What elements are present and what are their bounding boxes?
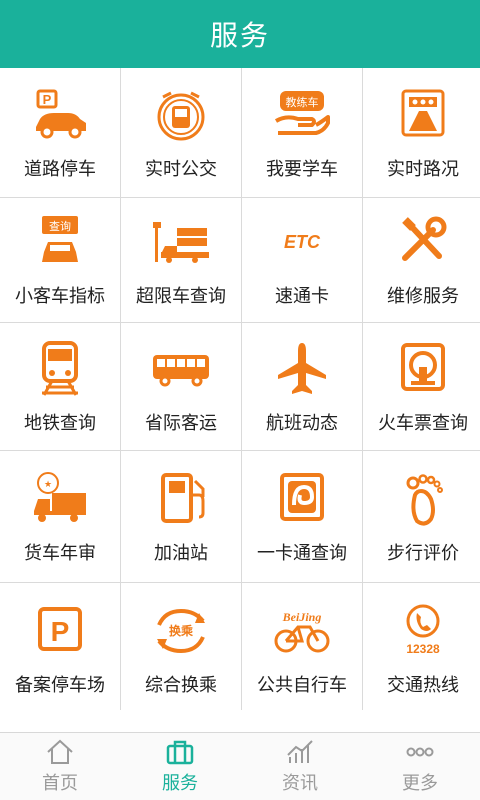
service-label: 加油站 <box>154 542 208 564</box>
grid-bottom-spacer <box>0 710 480 732</box>
service-repair[interactable]: 维修服务 <box>363 198 480 322</box>
svg-text:★: ★ <box>44 480 52 490</box>
tab-label: 更多 <box>402 772 438 794</box>
app-header: 服务 <box>0 0 480 68</box>
hotline-icon: 12328 <box>391 601 455 661</box>
tab-news[interactable]: 资讯 <box>240 733 360 800</box>
service-train-ticket[interactable]: 火车票查询 <box>363 323 480 450</box>
svg-text:P: P <box>51 616 70 647</box>
briefcase-icon <box>165 739 195 765</box>
service-registered-parking[interactable]: P 备案停车场 <box>0 583 120 714</box>
service-label: 公共自行车 <box>257 674 347 696</box>
service-label: 道路停车 <box>24 158 96 180</box>
icon-text: 12328 <box>406 642 440 656</box>
home-icon <box>45 739 75 765</box>
service-transit-card[interactable]: 一卡通查询 <box>242 451 362 582</box>
tab-label: 首页 <box>42 772 78 794</box>
driving-school-icon: 教练车 <box>270 85 334 145</box>
traffic-road-icon <box>391 85 455 145</box>
icon-text: 换乘 <box>169 623 193 638</box>
transfer-icon: 换乘 <box>149 601 213 661</box>
service-gas-station[interactable]: 加油站 <box>121 451 241 582</box>
service-intercity-bus[interactable]: 省际客运 <box>121 323 241 450</box>
car-query-icon: 查询 <box>28 212 92 272</box>
icon-text: ETC <box>284 232 321 252</box>
service-label: 航班动态 <box>266 412 338 434</box>
tab-label: 服务 <box>162 772 198 794</box>
overload-truck-icon <box>149 212 213 272</box>
service-road-parking[interactable]: P 道路停车 <box>0 68 120 197</box>
service-subway[interactable]: 地铁查询 <box>0 323 120 450</box>
icon-text: 查询 <box>49 219 71 233</box>
tab-more[interactable]: 更多 <box>360 733 480 800</box>
service-walk-rating[interactable]: 步行评价 <box>363 451 480 582</box>
service-public-bicycle[interactable]: BeiJing 公共自行车 <box>242 583 362 714</box>
service-etc-card[interactable]: ETC 速通卡 <box>242 198 362 322</box>
service-label: 超限车查询 <box>136 286 226 307</box>
service-label: 地铁查询 <box>24 412 96 434</box>
bottom-tab-bar: 首页 服务 资讯 更多 <box>0 732 480 800</box>
tab-services[interactable]: 服务 <box>120 733 240 800</box>
service-flight-status[interactable]: 航班动态 <box>242 323 362 450</box>
subway-icon <box>28 339 92 399</box>
truck-inspection-icon: ★ <box>28 469 92 529</box>
airplane-icon <box>270 339 334 399</box>
service-label: 一卡通查询 <box>257 542 347 564</box>
service-label: 综合换乘 <box>145 674 217 696</box>
service-label: 备案停车场 <box>15 674 105 696</box>
parking-car-icon: P <box>28 85 92 145</box>
service-overload-query[interactable]: 超限车查询 <box>121 198 241 322</box>
bus-clock-icon <box>149 85 213 145</box>
service-label: 我要学车 <box>266 158 338 180</box>
news-chart-icon <box>285 739 315 765</box>
footprint-icon <box>391 469 455 529</box>
service-label: 省际客运 <box>145 412 217 434</box>
service-car-quota[interactable]: 查询 小客车指标 <box>0 198 120 322</box>
service-truck-inspection[interactable]: ★ 货车年审 <box>0 451 120 582</box>
service-realtime-bus[interactable]: 实时公交 <box>121 68 241 197</box>
service-grid: P 道路停车 实时公交 教练车 我要学车 实时路况 查询 小客车指标 超限车查询… <box>0 68 480 714</box>
service-label: 维修服务 <box>387 286 459 307</box>
gas-station-icon <box>149 469 213 529</box>
train-ticket-icon <box>391 339 455 399</box>
svg-text:P: P <box>43 92 52 107</box>
service-label: 步行评价 <box>387 542 459 564</box>
coach-bus-icon <box>149 339 213 399</box>
tab-label: 资讯 <box>282 772 318 794</box>
service-label: 实时路况 <box>387 158 459 180</box>
tab-home[interactable]: 首页 <box>0 733 120 800</box>
repair-tools-icon <box>391 212 455 272</box>
service-label: 火车票查询 <box>378 412 468 434</box>
bicycle-icon: BeiJing <box>270 601 334 661</box>
transit-card-icon <box>270 469 334 529</box>
service-label: 速通卡 <box>275 286 329 307</box>
parking-lot-icon: P <box>28 601 92 661</box>
more-dots-icon <box>405 739 435 765</box>
service-label: 交通热线 <box>387 674 459 696</box>
service-label: 货车年审 <box>24 542 96 564</box>
service-driving-school[interactable]: 教练车 我要学车 <box>242 68 362 197</box>
page-title: 服务 <box>209 19 270 52</box>
service-transfer[interactable]: 换乘 综合换乘 <box>121 583 241 714</box>
service-traffic-status[interactable]: 实时路况 <box>363 68 480 197</box>
service-label: 实时公交 <box>145 158 217 180</box>
etc-icon: ETC <box>270 212 334 272</box>
icon-text: 教练车 <box>286 95 319 109</box>
icon-text: BeiJing <box>282 610 322 624</box>
service-hotline[interactable]: 12328 交通热线 <box>363 583 480 714</box>
service-label: 小客车指标 <box>15 286 105 307</box>
